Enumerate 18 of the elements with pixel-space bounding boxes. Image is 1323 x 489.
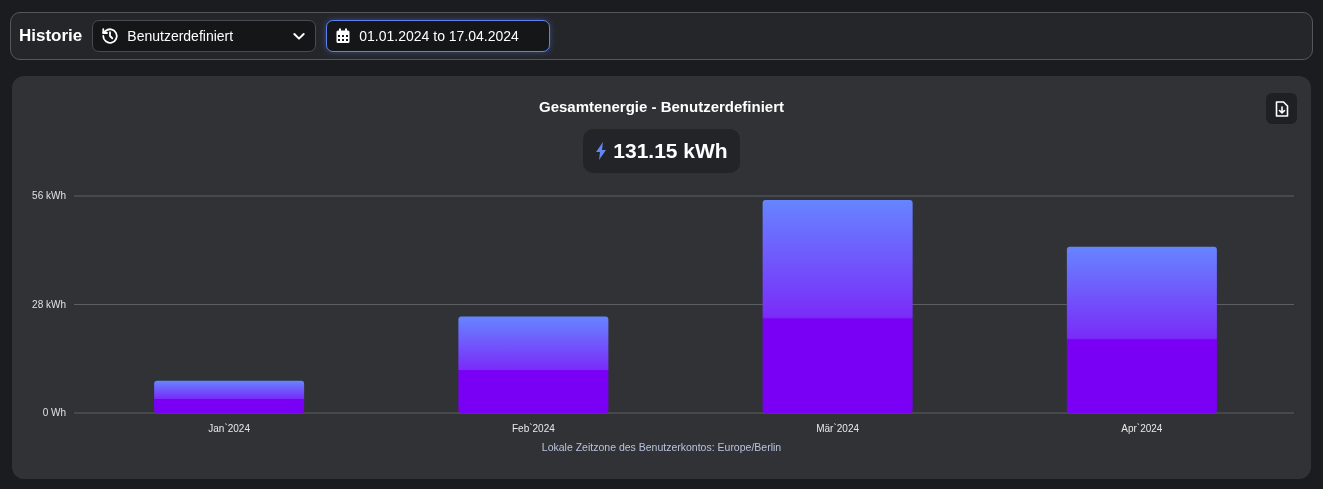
timezone-note: Lokale Zeitzone des Benutzerkontos: Europe/Berlin [541, 441, 782, 453]
history-icon [101, 27, 120, 45]
axis-label: Feb`2024 [511, 423, 555, 434]
chart-title: Gesamtenergie - Benutzerdefiniert [538, 98, 785, 115]
date-range-field[interactable]: 01.01.2024 to 17.04.2024 [326, 20, 551, 52]
file-download-icon [1274, 100, 1289, 117]
axis-label: 28 kWh [31, 298, 66, 310]
total-energy: 131.15 kWh [583, 129, 740, 173]
download-button[interactable] [1266, 93, 1297, 124]
axis-label: Apr`2024 [1120, 423, 1162, 434]
lightning-icon [595, 142, 608, 160]
axis-label: Mär`2024 [815, 423, 859, 434]
axis-label: 56 kWh [31, 190, 66, 201]
axis-label: 0 Wh [42, 407, 66, 418]
period-select[interactable]: Benutzerdefiniert [92, 20, 317, 52]
axis-label: Jan`2024 [207, 423, 250, 434]
page-title: Historie [19, 26, 83, 46]
calendar-icon [335, 28, 352, 44]
